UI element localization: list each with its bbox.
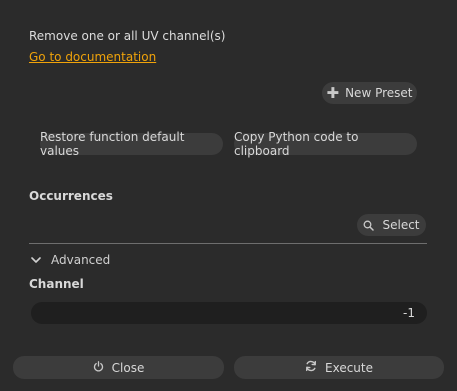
function-description: Remove one or all UV channel(s) — [29, 29, 226, 43]
channel-label: Channel — [29, 277, 84, 291]
plus-icon: ✚ — [326, 83, 340, 102]
remove-uv-channel-panel: Remove one or all UV channel(s) Go to do… — [0, 0, 457, 391]
select-label: Select — [382, 218, 420, 232]
refresh-icon — [305, 360, 317, 375]
copy-python-button[interactable]: Copy Python code to clipboard — [234, 130, 417, 158]
select-occurrences-button[interactable]: Select — [357, 214, 426, 236]
advanced-toggle[interactable]: Advanced — [29, 253, 110, 267]
documentation-link[interactable]: Go to documentation — [29, 50, 156, 64]
new-preset-label: New Preset — [345, 86, 413, 100]
restore-defaults-button[interactable]: Restore function default values — [40, 130, 223, 158]
occurrences-label: Occurrences — [29, 189, 113, 203]
section-divider — [29, 243, 427, 244]
close-button[interactable]: Close — [13, 356, 224, 379]
power-icon — [93, 360, 104, 375]
chevron-down-icon — [29, 253, 43, 267]
channel-value: -1 — [403, 306, 415, 320]
new-preset-button[interactable]: ✚ New Preset — [322, 82, 417, 104]
execute-label: Execute — [325, 360, 373, 375]
channel-input[interactable]: -1 — [31, 302, 427, 324]
advanced-label: Advanced — [51, 253, 111, 267]
execute-button[interactable]: Execute — [234, 356, 444, 379]
search-icon — [363, 220, 375, 231]
copy-python-label: Copy Python code to clipboard — [234, 130, 359, 158]
restore-defaults-label: Restore function default values — [40, 130, 185, 158]
close-label: Close — [111, 360, 145, 375]
